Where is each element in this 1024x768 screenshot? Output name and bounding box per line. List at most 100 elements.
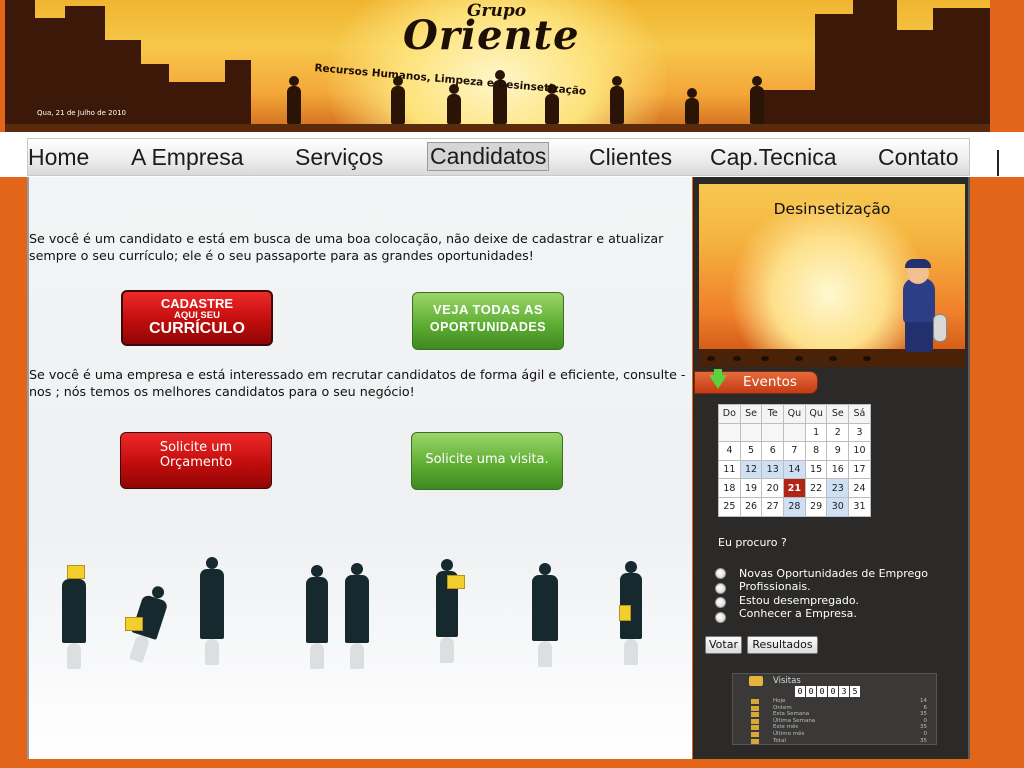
calendar-day[interactable]: 22 <box>804 478 828 498</box>
skyline-building <box>933 8 990 132</box>
veja-oportunidades-button[interactable]: VEJA TODAS AS OPORTUNIDADES <box>412 292 564 350</box>
calendar-day[interactable]: 20 <box>761 478 785 498</box>
nav-clientes[interactable]: Clientes <box>589 144 672 171</box>
calendar-day[interactable]: 28 <box>783 496 806 517</box>
visits-row: Total 35 <box>751 738 927 745</box>
calendar-day[interactable]: 31 <box>848 496 871 517</box>
worker-silhouette <box>685 88 699 124</box>
calendar-day[interactable]: 3 <box>848 422 871 443</box>
skyline-building <box>853 0 897 132</box>
counter-digit: 0 <box>795 686 805 697</box>
events-label: Eventos <box>743 374 797 390</box>
calendar-day[interactable]: 25 <box>718 496 741 517</box>
calendar-weekday: Te <box>761 404 785 424</box>
calendar-day[interactable]: 14 <box>783 459 806 480</box>
calendar-day[interactable]: 11 <box>718 459 741 480</box>
calendar-day[interactable]: 1 <box>804 422 828 443</box>
calendar-weekday: Do <box>718 404 741 424</box>
orcamento-line2: Orçamento <box>159 455 233 470</box>
calendar-week: 11 12 13 14 15 16 17 <box>718 459 871 480</box>
visita-label: Solicite uma visita. <box>425 452 549 467</box>
worker-silhouette <box>750 76 764 124</box>
person-icon <box>751 712 759 718</box>
calendar-day[interactable]: 23 <box>826 478 850 498</box>
worker-silhouette <box>610 76 624 124</box>
calendar-day[interactable]: 9 <box>826 441 850 461</box>
calendar-day[interactable]: 12 <box>739 459 763 480</box>
cadastre-curriculo-button[interactable]: CADASTRE AQUI SEU CURRÍCULO <box>121 290 273 346</box>
insect-icon <box>707 356 715 361</box>
calendar-day[interactable]: 17 <box>848 459 871 480</box>
company-paragraph: Se você é uma empresa e está interessado… <box>29 367 686 399</box>
insect-icon <box>863 356 871 361</box>
calendar-weekday: Qu <box>804 404 828 424</box>
insect-icon <box>761 356 769 361</box>
main-nav: Home A Empresa Serviços Candidatos Clien… <box>27 138 970 176</box>
solicite-visita-button[interactable]: Solicite uma visita. <box>411 432 563 490</box>
desinsetizacao-banner[interactable]: Desinsetização <box>699 184 965 367</box>
calendar-day[interactable]: 13 <box>761 459 785 480</box>
banner-ground <box>5 124 990 132</box>
visits-title: Visitas <box>773 676 801 686</box>
nav-a-empresa[interactable]: A Empresa <box>131 144 244 171</box>
person-icon <box>751 732 759 737</box>
calendar-day[interactable]: 4 <box>718 441 741 461</box>
calendar-day[interactable]: 18 <box>718 478 741 498</box>
calendar-day[interactable]: 7 <box>783 441 806 461</box>
calendar-day[interactable]: 8 <box>804 441 828 461</box>
worker-silhouette <box>447 84 461 124</box>
worker-silhouette <box>306 565 328 669</box>
candidate-paragraph: Se você é um candidato e está em busca d… <box>29 231 664 263</box>
skyline-building <box>5 0 35 132</box>
poll-option-label: Estou desempregado. <box>739 594 859 607</box>
calendar-empty-cell <box>739 422 763 443</box>
calendar-day[interactable]: 2 <box>826 422 850 443</box>
nav-contato[interactable]: Contato <box>878 144 959 171</box>
calendar-day[interactable]: 29 <box>804 496 828 517</box>
poll-radio[interactable] <box>715 597 726 608</box>
results-button[interactable]: Resultados <box>747 636 818 654</box>
poll-option-label: Profissionais. <box>739 580 811 593</box>
poll-radio[interactable] <box>715 583 726 594</box>
calendar-day[interactable]: 6 <box>761 441 785 461</box>
veja-line2: OPORTUNIDADES <box>429 320 547 334</box>
poll-radio[interactable] <box>715 612 726 623</box>
vote-button[interactable]: Votar <box>705 636 742 654</box>
nav-divider <box>997 150 999 176</box>
skyline-building <box>103 40 141 132</box>
nav-candidatos[interactable]: Candidatos <box>427 142 550 171</box>
solicite-orcamento-button[interactable]: Solicite um Orçamento <box>120 432 272 489</box>
visits-row-label: Total <box>773 737 786 744</box>
calendar-day[interactable]: 21 <box>783 478 806 498</box>
calendar-weekday: Qu <box>783 404 806 424</box>
arrow-down-icon <box>709 369 727 389</box>
cadastre-line3: CURRÍCULO <box>149 320 245 337</box>
calendar-empty-cell <box>761 422 785 443</box>
skyline-building <box>895 30 935 132</box>
calendar-day[interactable]: 30 <box>826 496 850 517</box>
calendar-day[interactable]: 15 <box>804 459 828 480</box>
calendar-day[interactable]: 27 <box>761 496 785 517</box>
box-icon <box>67 565 85 579</box>
calendar-day[interactable]: 16 <box>826 459 850 480</box>
skyline-building <box>225 60 251 132</box>
nav-home[interactable]: Home <box>28 144 89 171</box>
calendar-day[interactable]: 10 <box>848 441 871 461</box>
calendar-weekday: Sá <box>848 404 871 424</box>
calendar-day[interactable]: 24 <box>848 478 871 498</box>
poll-question: Eu procuro ? <box>718 536 787 549</box>
nav-cap-tecnica[interactable]: Cap.Tecnica <box>710 144 837 171</box>
visits-row-value: 35 <box>920 737 927 744</box>
counter-digit: 0 <box>806 686 816 697</box>
worker-silhouette <box>391 76 405 124</box>
box-icon <box>125 617 143 631</box>
poll-radio[interactable] <box>715 568 726 579</box>
header-banner: Grupo Oriente Recursos Humanos, Limpeza … <box>5 0 990 132</box>
nav-servicos[interactable]: Serviços <box>295 144 383 171</box>
events-tab[interactable]: Eventos <box>694 369 818 394</box>
counter-digit: 0 <box>828 686 838 697</box>
calendar-day[interactable]: 26 <box>739 496 763 517</box>
calendar-day[interactable]: 19 <box>739 478 763 498</box>
calendar-empty-cell <box>783 422 806 443</box>
calendar-day[interactable]: 5 <box>739 441 763 461</box>
